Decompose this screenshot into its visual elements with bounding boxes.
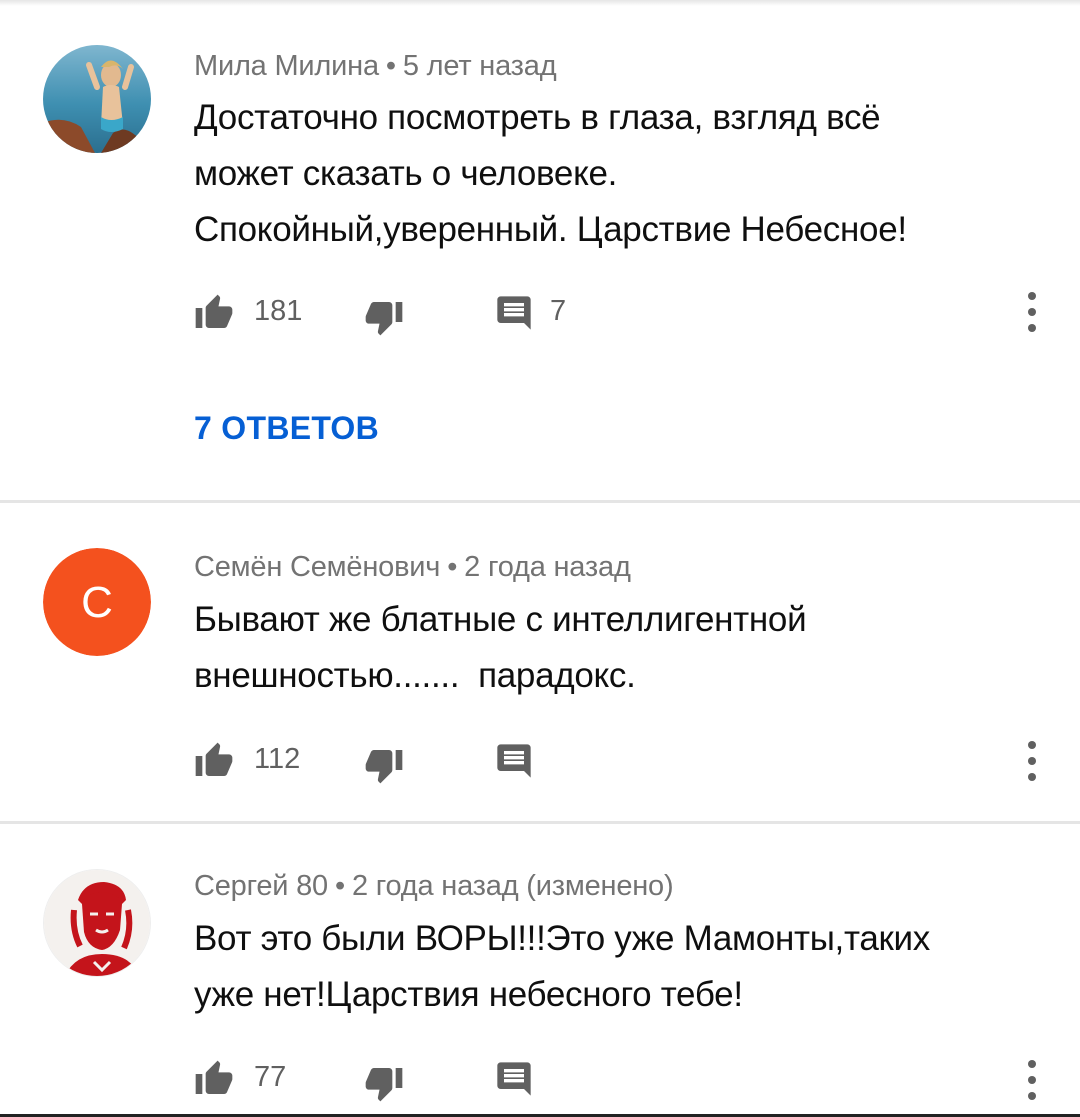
- reply-count: 7: [550, 295, 567, 327]
- comment-line: уже нет!Царствия небесного тебе!: [194, 975, 743, 1014]
- dislike-button[interactable]: [364, 745, 404, 785]
- author-name[interactable]: Семён Семёнович: [194, 551, 440, 583]
- thumb-down-icon: [365, 1068, 403, 1102]
- view-replies-link[interactable]: 7 ОТВЕТОВ: [194, 410, 379, 447]
- more-vert-icon: [1028, 741, 1036, 781]
- comment-line: Достаточно посмотреть в глаза, взгляд вс…: [194, 98, 881, 137]
- like-count: 77: [254, 1061, 287, 1093]
- comments-page: Мила Милина • 5 лет назад Достаточно посмо…: [0, 0, 1080, 1117]
- more-vert-icon: [1028, 1060, 1036, 1100]
- author-name[interactable]: Мила Милина: [194, 50, 379, 82]
- comment-time[interactable]: 2 года назад: [464, 551, 631, 583]
- comment-text: Бывают же блатные с интеллигентной внешн…: [194, 592, 1054, 704]
- comment-line: Бывают же блатные с интеллигентной: [194, 600, 807, 639]
- comment-line: может сказать о человеке.: [194, 154, 618, 193]
- dislike-button[interactable]: [364, 1063, 404, 1103]
- comment-item: С Семён Семёнович • 2 года назад Бывают же…: [0, 503, 1080, 821]
- comment-item: Сергей 80 • 2 года назад (изменено) Вот эт…: [0, 824, 1080, 1114]
- more-options-button[interactable]: [1018, 1058, 1046, 1102]
- comment-time[interactable]: 2 года назад (изменено): [352, 870, 674, 902]
- meta-separator: •: [447, 551, 458, 583]
- avatar[interactable]: [43, 869, 151, 977]
- thumb-down-icon: [365, 750, 403, 784]
- like-count: 112: [254, 743, 301, 775]
- comment-item: Мила Милина • 5 лет назад Достаточно посмо…: [0, 0, 1080, 500]
- comment-actions: 77: [194, 1059, 614, 1102]
- che-portrait-avatar-icon: [44, 870, 150, 976]
- comment-meta: Семён Семёнович • 2 года назад: [194, 551, 631, 584]
- more-options-button[interactable]: [1018, 290, 1046, 334]
- comment-actions: 181 7: [194, 293, 614, 336]
- thumb-down-icon: [365, 302, 403, 336]
- comment-meta: Сергей 80 • 2 года назад (изменено): [194, 870, 674, 903]
- thumb-up-icon: [195, 742, 233, 776]
- more-vert-icon: [1028, 292, 1036, 332]
- comment-icon: [497, 296, 531, 330]
- comment-icon: [497, 744, 531, 778]
- thumb-up-icon: [195, 294, 233, 328]
- avatar-letter: С: [81, 578, 113, 627]
- avatar[interactable]: [43, 45, 151, 153]
- letter-avatar-icon: С: [43, 548, 151, 656]
- more-options-button[interactable]: [1018, 739, 1046, 783]
- like-button[interactable]: [194, 1059, 234, 1099]
- like-button[interactable]: [194, 741, 234, 781]
- author-name[interactable]: Сергей 80: [194, 870, 328, 902]
- reply-button[interactable]: [494, 1059, 534, 1099]
- comment-line: внешностью....... парадокс.: [194, 656, 636, 695]
- thumb-up-icon: [195, 1060, 233, 1094]
- avatar[interactable]: С: [43, 548, 151, 656]
- reply-button[interactable]: [494, 293, 534, 333]
- like-count: 181: [254, 295, 303, 327]
- comment-line: Вот это были ВОРЫ!!!Это уже Мамонты,таки…: [194, 919, 930, 958]
- comment-line: Спокойный,уверенный. Царствие Небесное!: [194, 210, 907, 249]
- like-button[interactable]: [194, 293, 234, 333]
- comment-text: Достаточно посмотреть в глаза, взгляд вс…: [194, 90, 1054, 258]
- comment-actions: 112: [194, 741, 614, 784]
- comment-time[interactable]: 5 лет назад: [403, 50, 557, 82]
- meta-separator: •: [385, 50, 396, 82]
- photo-avatar-icon: [43, 45, 151, 153]
- comment-meta: Мила Милина • 5 лет назад: [194, 50, 557, 83]
- comment-icon: [497, 1062, 531, 1096]
- comment-text: Вот это были ВОРЫ!!!Это уже Мамонты,таки…: [194, 911, 1054, 1023]
- reply-button[interactable]: [494, 741, 534, 781]
- dislike-button[interactable]: [364, 297, 404, 337]
- meta-separator: •: [334, 870, 345, 902]
